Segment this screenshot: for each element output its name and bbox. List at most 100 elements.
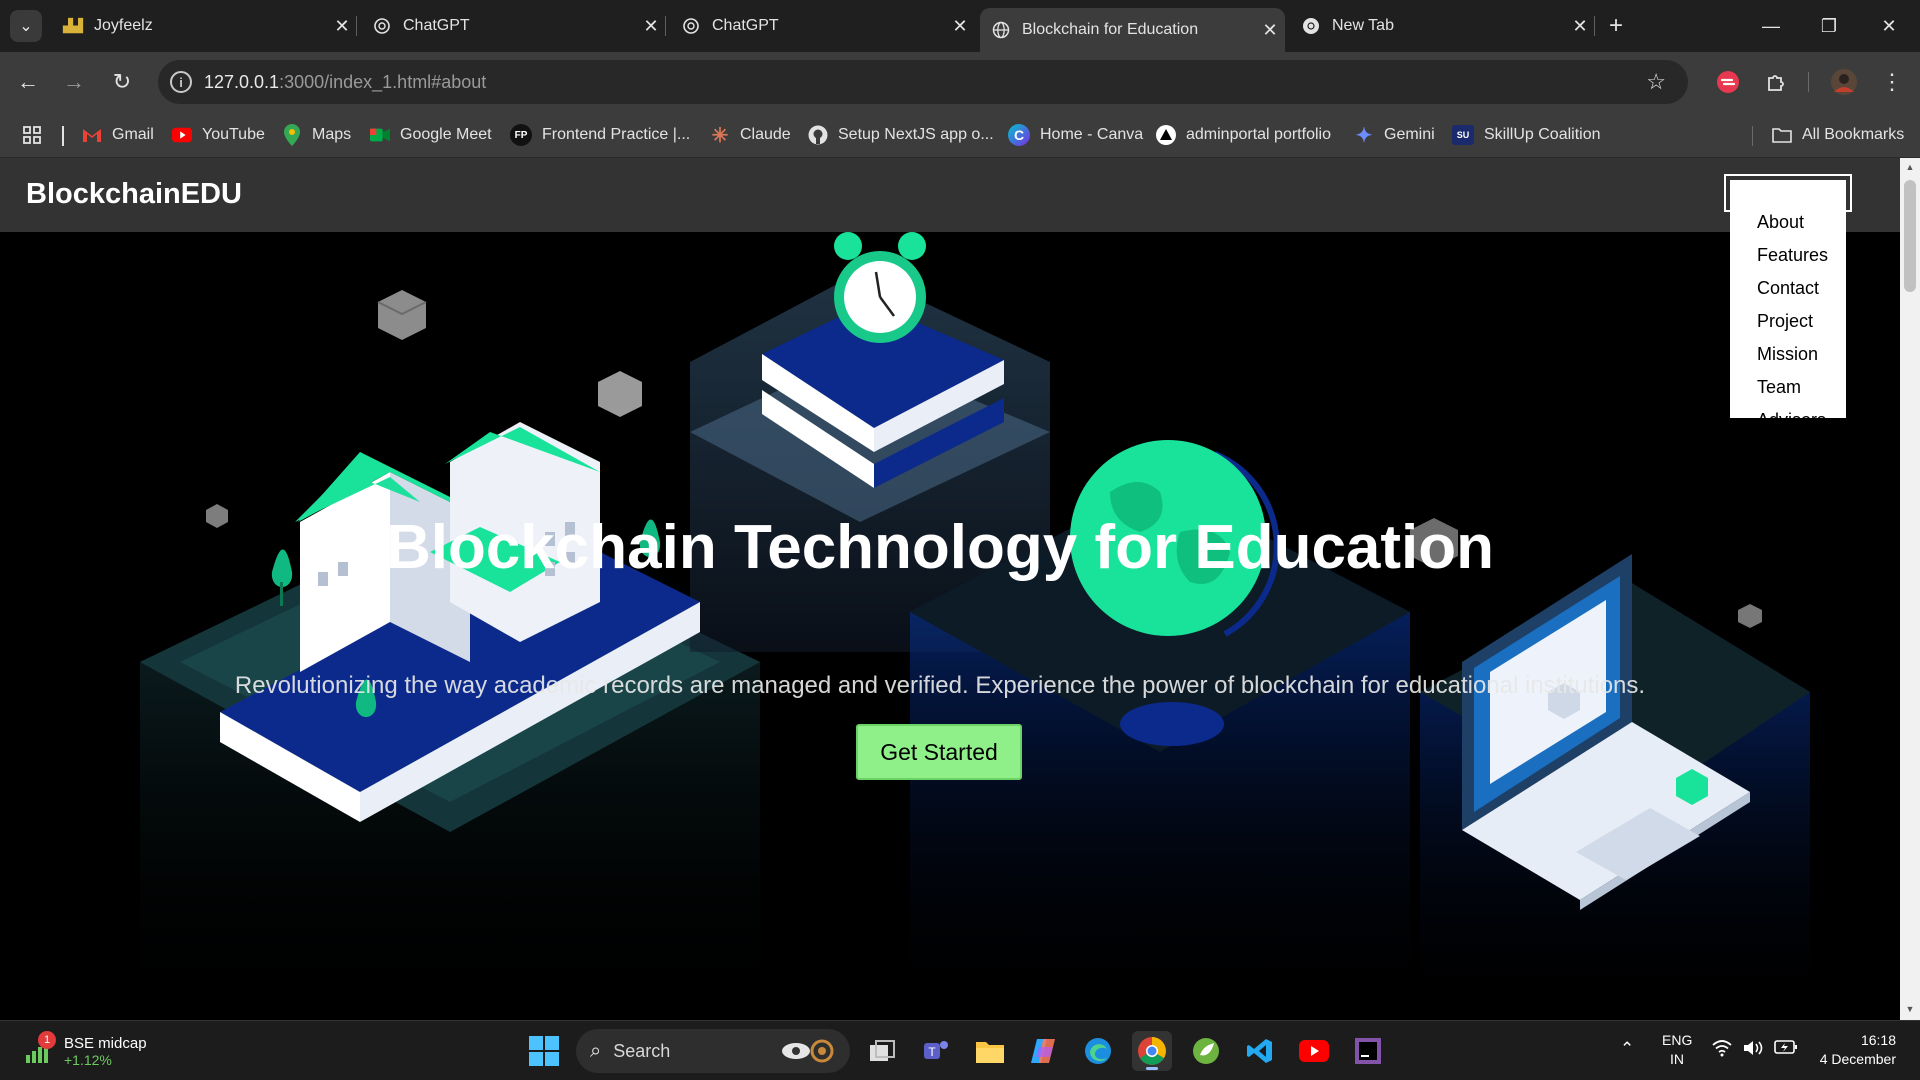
stock-widget[interactable]: 1 BSE midcap +1.12% <box>24 1031 147 1071</box>
claude-icon: ✳ <box>711 124 729 147</box>
chart-icon: 1 <box>24 1031 56 1065</box>
chrome-taskbar-icon[interactable] <box>1132 1031 1172 1071</box>
new-tab-button[interactable]: + <box>1600 12 1632 40</box>
taskbar-search[interactable]: ⌕ Search <box>576 1029 850 1073</box>
wifi-icon[interactable] <box>1712 1039 1732 1062</box>
extensions-puzzle-icon[interactable] <box>1760 66 1792 98</box>
close-window-button[interactable]: ✕ <box>1866 10 1912 42</box>
bookmark-claude[interactable]: ✳ Claude <box>710 121 791 149</box>
address-bar[interactable]: i 127.0.0.1:3000/index_1.html#about ☆ <box>158 60 1688 104</box>
language-code: ENG <box>1662 1032 1693 1048</box>
arrow-left-icon: ← <box>17 69 39 94</box>
bookmark-label: Gmail <box>112 126 154 143</box>
browser-toolbar: ← → ↻ i 127.0.0.1:3000/index_1.html#abou… <box>0 52 1920 112</box>
close-icon[interactable]: ✕ <box>327 16 357 37</box>
language-indicator[interactable]: ENG IN <box>1662 1031 1692 1069</box>
nav-item-features[interactable]: Features <box>1730 239 1846 272</box>
tab-chatgpt[interactable]: ChatGPT ✕ <box>361 8 666 44</box>
youtube-taskbar-icon[interactable] <box>1294 1031 1334 1071</box>
copilot-icon[interactable] <box>1024 1031 1064 1071</box>
nav-item-advisors[interactable]: Advisors <box>1730 404 1846 418</box>
tab-title: ChatGPT <box>712 17 779 34</box>
tab-joyfeelz[interactable]: ▟▟ Joyfeelz ✕ <box>52 8 357 44</box>
page-scrollbar[interactable]: ▲ ▼ <box>1900 158 1920 1020</box>
tab-search-button[interactable]: ⌄ <box>10 10 42 42</box>
nav-item-about[interactable]: About <box>1730 206 1846 239</box>
chevron-up-icon[interactable]: ⌃ <box>1620 1039 1634 1059</box>
maps-icon <box>282 124 302 146</box>
profile-avatar[interactable] <box>1828 66 1860 98</box>
bookmark-frontend-practice[interactable]: FP Frontend Practice |... <box>510 121 690 149</box>
clock-time: 16:18 <box>1860 1032 1896 1048</box>
widget-value: +1.12% <box>64 1051 112 1068</box>
get-started-button[interactable]: Get Started <box>856 724 1022 780</box>
svg-text:T: T <box>928 1045 936 1059</box>
apps-grid-icon[interactable] <box>22 121 42 149</box>
close-icon[interactable]: ✕ <box>636 16 666 37</box>
more-menu-icon[interactable]: ⋮ <box>1876 66 1908 98</box>
site-brand[interactable]: BlockchainEDU <box>26 178 242 211</box>
minimize-button[interactable]: — <box>1748 10 1794 42</box>
file-explorer-icon[interactable] <box>970 1031 1010 1071</box>
bookmark-setup-nextjs[interactable]: Setup NextJS app o... <box>808 121 994 149</box>
nav-item-contact[interactable]: Contact <box>1730 272 1846 305</box>
bookmark-label: Google Meet <box>400 126 492 143</box>
bookmark-canva[interactable]: C Home - Canva <box>1008 121 1143 149</box>
bookmark-label: Claude <box>740 126 791 143</box>
github-icon <box>808 125 828 145</box>
reload-icon: ↻ <box>112 69 132 94</box>
close-icon[interactable]: ✕ <box>1255 20 1285 41</box>
bookmark-label: Setup NextJS app o... <box>838 126 994 143</box>
widget-title: BSE midcap <box>64 1034 147 1052</box>
back-button[interactable]: ← <box>12 66 44 98</box>
bookmark-maps[interactable]: Maps <box>282 121 351 149</box>
forward-button[interactable]: → <box>58 66 90 98</box>
bookmark-gmail[interactable]: Gmail <box>82 121 154 149</box>
url-text[interactable]: 127.0.0.1:3000/index_1.html#about <box>204 72 486 93</box>
scroll-thumb[interactable] <box>1904 180 1916 292</box>
bookmark-skillup[interactable]: SU SkillUp Coalition <box>1452 121 1601 149</box>
chatgpt-icon <box>373 17 391 35</box>
extension-icon[interactable] <box>1712 66 1744 98</box>
arrow-right-icon: → <box>63 69 85 94</box>
bookmark-label: YouTube <box>202 126 265 143</box>
nav-dropdown: About Features Contact Project Mission T… <box>1730 180 1846 418</box>
all-bookmarks[interactable]: All Bookmarks <box>1772 121 1904 149</box>
bookmark-youtube[interactable]: YouTube <box>172 121 265 149</box>
close-icon[interactable]: ✕ <box>945 16 975 37</box>
reload-button[interactable]: ↻ <box>106 66 138 98</box>
notification-badge: 1 <box>38 1031 56 1049</box>
edge-icon[interactable] <box>1078 1031 1118 1071</box>
toolbar-divider <box>1808 72 1809 92</box>
volume-icon[interactable] <box>1742 1039 1764 1062</box>
bookmark-google-meet[interactable]: Google Meet <box>370 121 492 149</box>
bookmark-star-icon[interactable]: ☆ <box>1646 69 1666 95</box>
restore-button[interactable]: ❐ <box>1806 10 1852 42</box>
nav-item-team[interactable]: Team <box>1730 371 1846 404</box>
active-app-indicator <box>1146 1067 1158 1070</box>
bookmark-label: Maps <box>312 126 352 143</box>
bookmark-label: Frontend Practice |... <box>542 126 691 143</box>
scroll-up-arrow-icon[interactable]: ▲ <box>1904 162 1916 174</box>
task-view-icon[interactable] <box>862 1031 902 1071</box>
tab-chatgpt-2[interactable]: ChatGPT ✕ <box>670 8 975 44</box>
site-info-icon[interactable]: i <box>170 71 192 93</box>
tab-new-tab[interactable]: New Tab ✕ <box>1290 8 1595 44</box>
floating-cube <box>1738 604 1762 628</box>
clock[interactable]: 16:18 4 December <box>1810 1031 1896 1069</box>
bookmark-adminportal[interactable]: adminportal portfolio <box>1156 121 1331 149</box>
battery-icon[interactable] <box>1774 1039 1798 1060</box>
spring-icon[interactable] <box>1186 1031 1226 1071</box>
teams-icon[interactable]: T <box>916 1031 956 1071</box>
nav-item-project[interactable]: Project <box>1730 305 1846 338</box>
tab-blockchain-for-education[interactable]: Blockchain for Education ✕ <box>980 8 1285 52</box>
gemini-icon: ✦ <box>1355 124 1373 147</box>
tab-title: Joyfeelz <box>94 17 153 34</box>
vscode-icon[interactable] <box>1240 1031 1280 1071</box>
scroll-down-arrow-icon[interactable]: ▼ <box>1904 1004 1916 1016</box>
nav-item-mission[interactable]: Mission <box>1730 338 1846 371</box>
jetbrains-icon[interactable] <box>1348 1031 1388 1071</box>
close-icon[interactable]: ✕ <box>1565 16 1595 37</box>
bookmark-gemini[interactable]: ✦ Gemini <box>1354 121 1435 149</box>
windows-start-icon[interactable] <box>528 1035 560 1067</box>
